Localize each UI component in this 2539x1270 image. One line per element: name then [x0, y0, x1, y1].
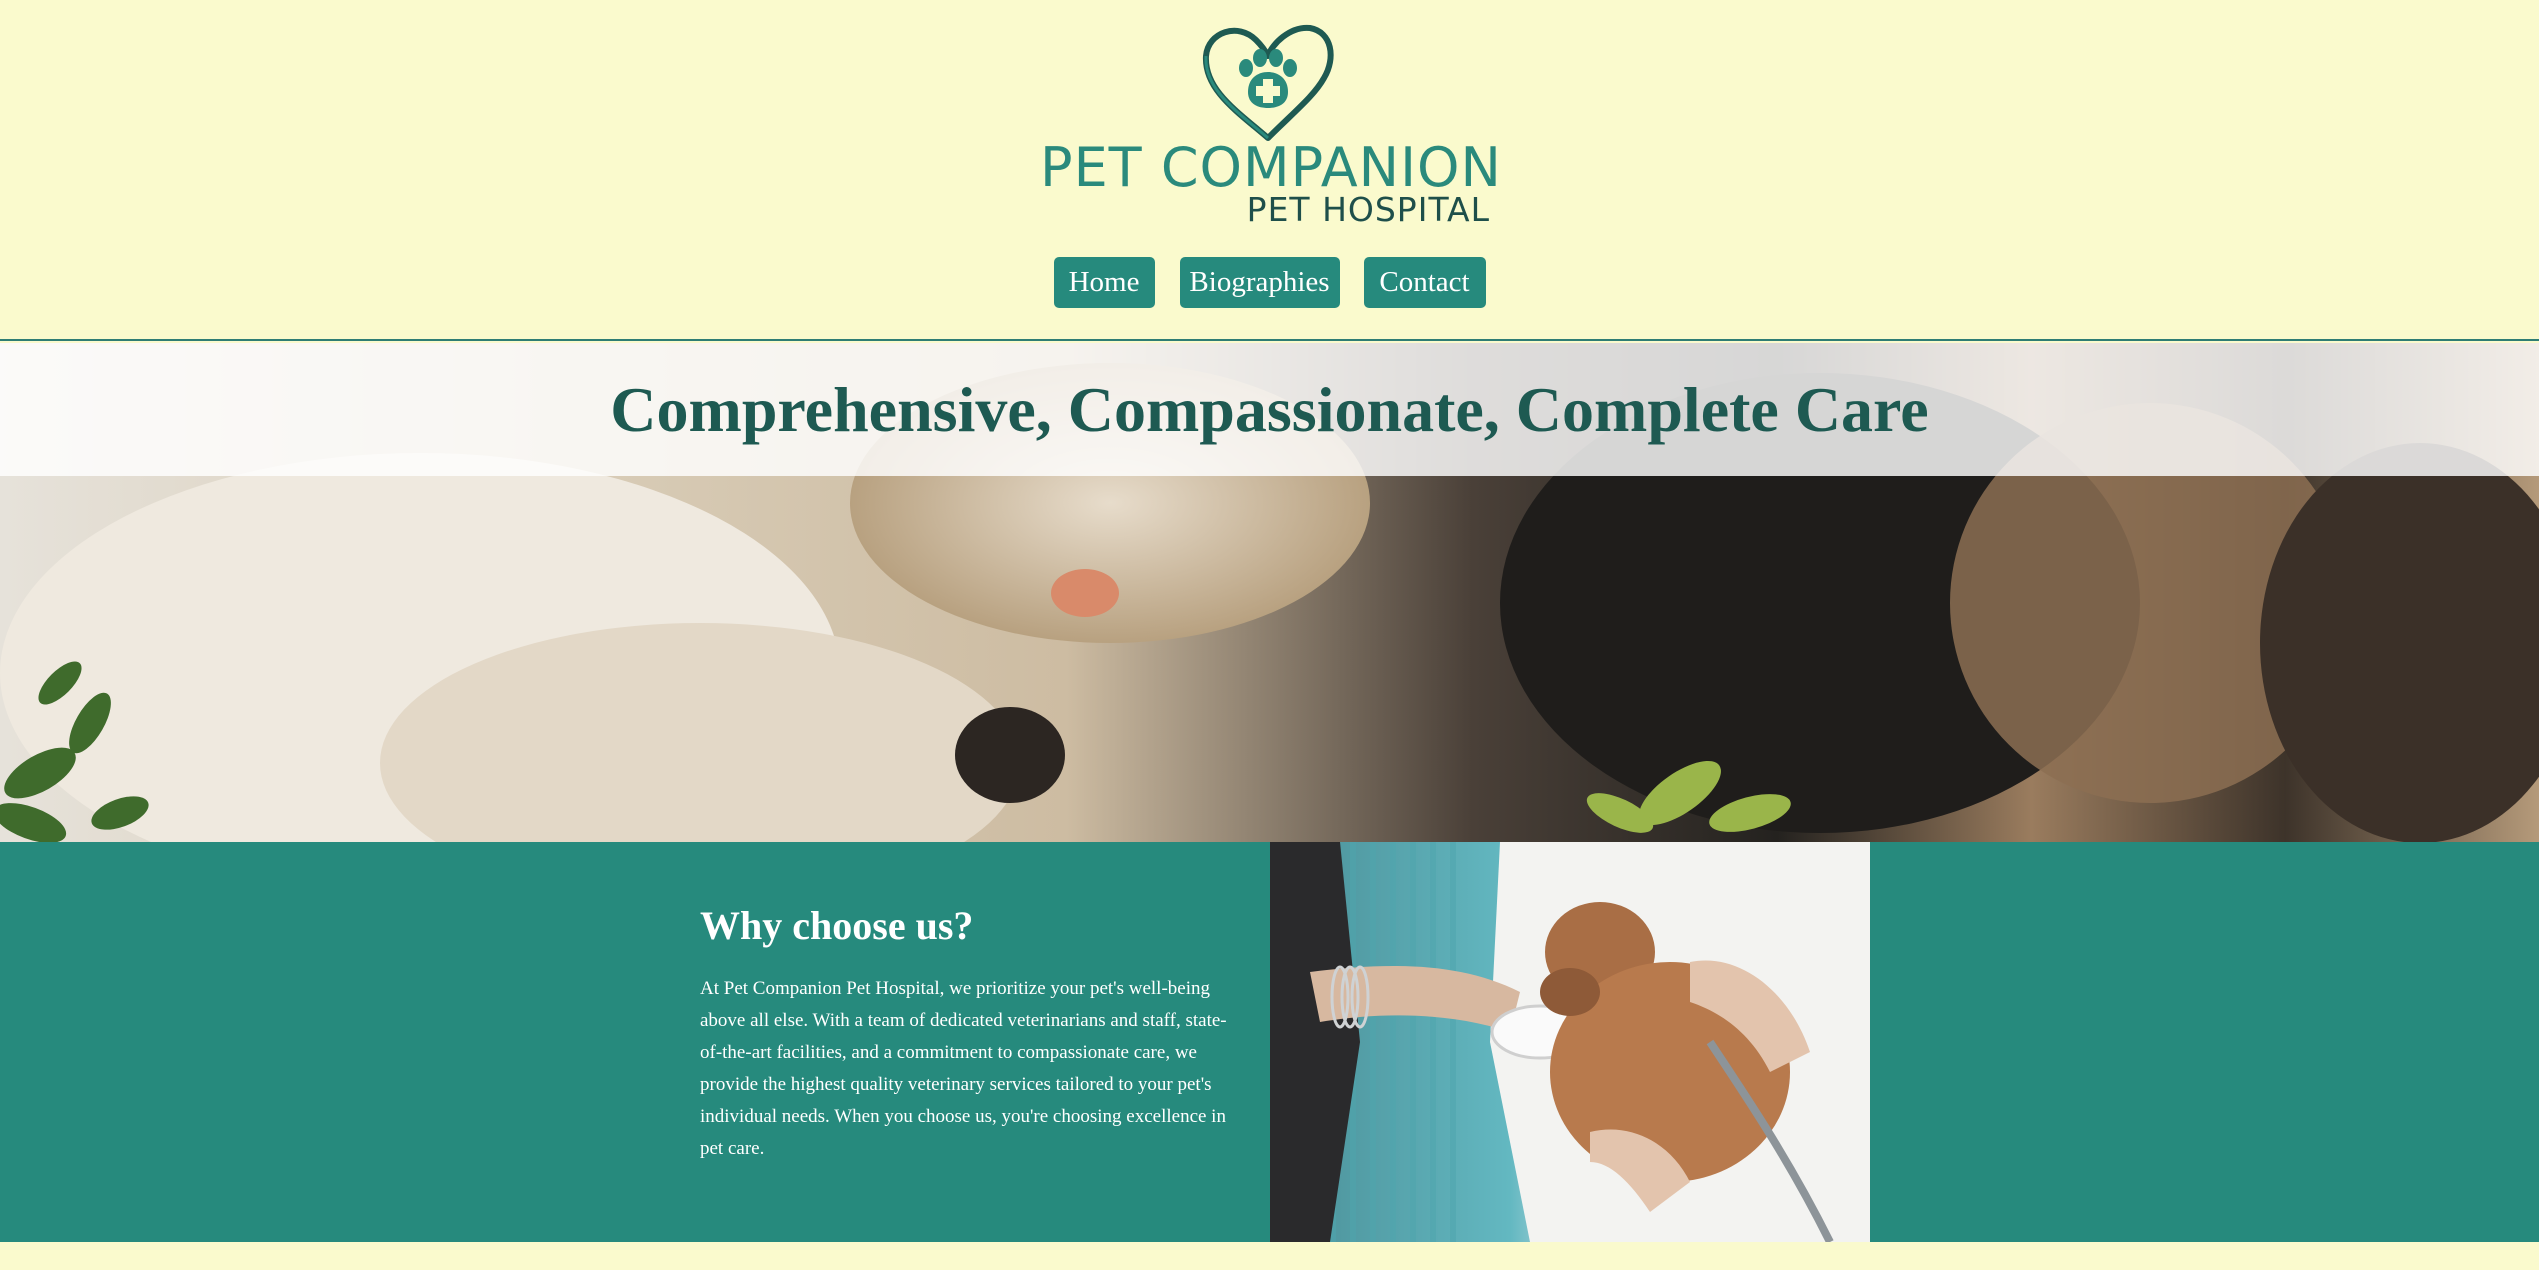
- why-heading: Why choose us?: [700, 903, 974, 948]
- nav-biographies-button[interactable]: Biographies: [1179, 257, 1340, 308]
- logo-wordmark-secondary: PET HOSPITAL: [1246, 190, 1490, 229]
- nav-contact-button[interactable]: Contact: [1363, 257, 1486, 308]
- why-choose-us-section: Why choose us? At Pet Companion Pet Hosp…: [0, 842, 2539, 1242]
- hero-banner: Comprehensive, Compassionate, Complete C…: [0, 343, 2539, 476]
- nav-home-button[interactable]: Home: [1053, 257, 1155, 308]
- puppy-feeding-illustration: [1270, 842, 1870, 1242]
- site-logo[interactable]: PET COMPANION PET HOSPITAL: [1040, 20, 1501, 229]
- why-body: At Pet Companion Pet Hospital, we priori…: [700, 978, 1227, 1159]
- footer-strip: [0, 1242, 2539, 1270]
- hero-section: Comprehensive, Compassionate, Complete C…: [0, 343, 2539, 842]
- puppy-feeding-photo: [1270, 842, 1870, 1242]
- main-nav: Home Biographies Contact: [0, 257, 2539, 308]
- site-header: PET COMPANION PET HOSPITAL Home Biograph…: [0, 0, 2539, 341]
- hero-title: Comprehensive, Compassionate, Complete C…: [610, 373, 1929, 445]
- heart-paw-cross-icon: [1202, 24, 1334, 141]
- why-text-block: Why choose us? At Pet Companion Pet Hosp…: [700, 902, 1240, 1165]
